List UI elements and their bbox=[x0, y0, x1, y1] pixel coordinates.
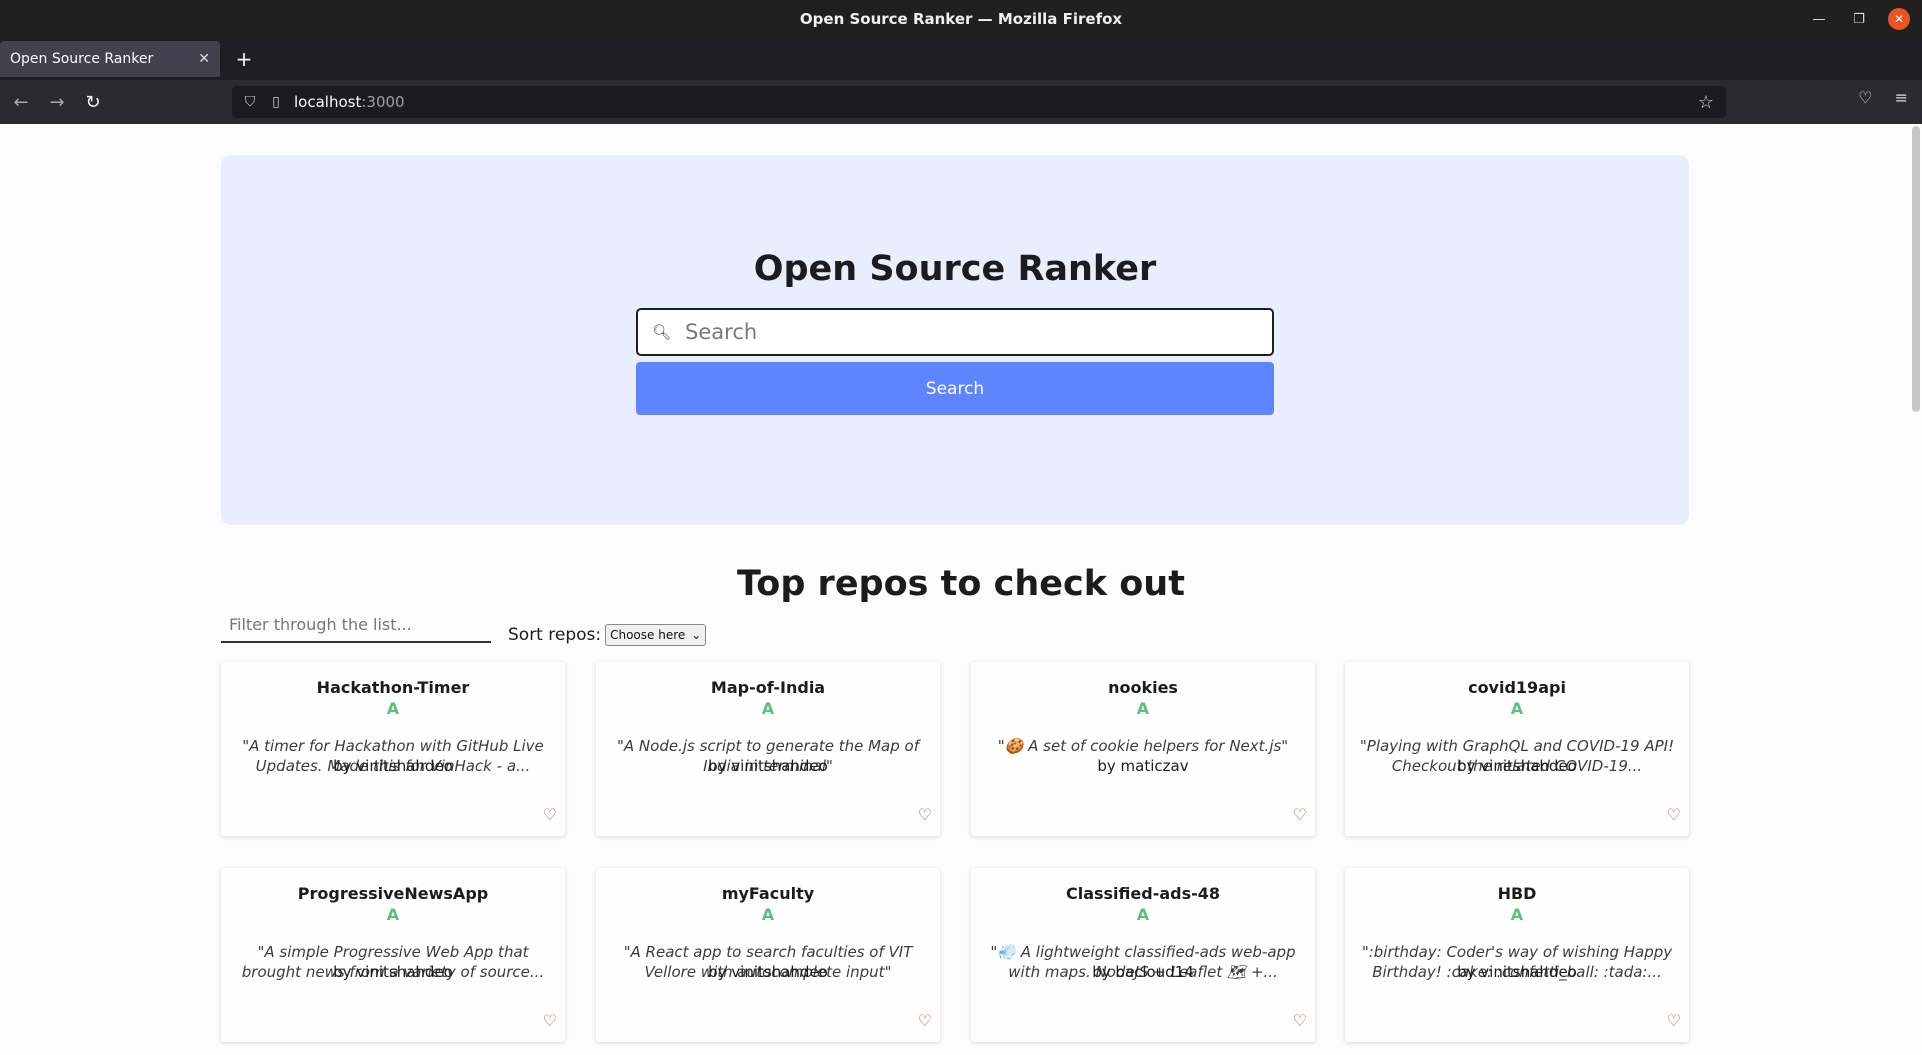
repo-name[interactable]: Classified-ads-48 bbox=[971, 884, 1315, 903]
heart-icon[interactable]: ♡ bbox=[1293, 1011, 1307, 1030]
search-button[interactable]: Search bbox=[636, 362, 1274, 415]
repo-author: by vinitshahdeo bbox=[333, 757, 453, 775]
heart-icon[interactable]: ♡ bbox=[543, 1011, 557, 1030]
window-controls: — ❐ ✕ bbox=[1808, 8, 1910, 30]
repo-grade: A bbox=[761, 699, 775, 718]
new-tab-icon[interactable]: + bbox=[228, 43, 260, 75]
search-input[interactable] bbox=[683, 319, 1248, 345]
repo-author: by vinitshahdeo bbox=[333, 963, 453, 981]
close-window-icon[interactable]: ✕ bbox=[1888, 8, 1910, 30]
repo-card[interactable]: Map-of-India A "A Node.js script to gene… bbox=[596, 662, 940, 836]
page-viewport: Open Source Ranker 🔍︎ Search Top repos t… bbox=[0, 124, 1922, 1055]
filter-input[interactable] bbox=[221, 607, 491, 643]
url-host: localhost bbox=[294, 93, 362, 111]
navigation-bar: ← → ↻ ⛉ ▯ localhost:3000 ☆ ♡ ≡ bbox=[0, 80, 1922, 125]
heart-icon[interactable]: ♡ bbox=[1667, 1011, 1681, 1030]
repo-card[interactable]: covid19api A "Playing with GraphQL and C… bbox=[1345, 662, 1689, 836]
repo-name[interactable]: HBD bbox=[1345, 884, 1689, 903]
repo-card[interactable]: ProgressiveNewsApp A "A simple Progressi… bbox=[221, 868, 565, 1042]
heart-icon[interactable]: ♡ bbox=[1667, 805, 1681, 824]
repo-grade: A bbox=[1510, 905, 1524, 924]
repo-name[interactable]: ProgressiveNewsApp bbox=[221, 884, 565, 903]
search-icon: 🔍︎ bbox=[652, 323, 672, 341]
reload-icon[interactable]: ↻ bbox=[78, 87, 108, 117]
url-bar[interactable]: ⛉ ▯ localhost:3000 ☆ bbox=[232, 86, 1726, 118]
repo-name[interactable]: Hackathon-Timer bbox=[221, 678, 565, 697]
window-titlebar: Open Source Ranker — Mozilla Firefox — ❐… bbox=[0, 0, 1922, 38]
repo-author: by bacloud14 bbox=[1092, 963, 1194, 981]
minimize-icon[interactable]: — bbox=[1808, 8, 1830, 30]
heart-icon[interactable]: ♡ bbox=[1293, 805, 1307, 824]
repo-card[interactable]: Hackathon-Timer A "A timer for Hackathon… bbox=[221, 662, 565, 836]
back-icon[interactable]: ← bbox=[6, 87, 36, 117]
pocket-icon[interactable]: ♡ bbox=[1858, 88, 1872, 107]
repo-author: by vinitshahdeo bbox=[708, 757, 828, 775]
repo-author: by maticzav bbox=[1097, 757, 1189, 775]
sort-select[interactable]: Choose here ⌄ bbox=[605, 624, 707, 646]
repo-card[interactable]: Classified-ads-48 A "💨 A lightweight cla… bbox=[971, 868, 1315, 1042]
repo-author: by vinitshahdeo bbox=[708, 963, 828, 981]
shield-icon[interactable]: ⛉ bbox=[242, 94, 258, 110]
sort-selected-value: Choose here bbox=[610, 628, 686, 642]
maximize-icon[interactable]: ❐ bbox=[1848, 8, 1870, 30]
page-title: Open Source Ranker bbox=[753, 249, 1157, 289]
section-title: Top repos to check out bbox=[737, 564, 1185, 604]
tab-bar: Open Source Ranker ✕ + bbox=[0, 38, 1922, 80]
repo-grade: A bbox=[1510, 699, 1524, 718]
menu-icon[interactable]: ≡ bbox=[1895, 88, 1908, 107]
repo-name[interactable]: myFaculty bbox=[596, 884, 940, 903]
search-box[interactable]: 🔍︎ bbox=[636, 308, 1274, 356]
scrollbar[interactable] bbox=[1912, 126, 1920, 412]
tab-label: Open Source Ranker bbox=[10, 51, 154, 67]
tab-open-source-ranker[interactable]: Open Source Ranker ✕ bbox=[0, 41, 220, 77]
repo-grade: A bbox=[1136, 699, 1150, 718]
sort-label: Sort repos: bbox=[508, 625, 602, 645]
page-icon[interactable]: ▯ bbox=[268, 94, 284, 110]
heart-icon[interactable]: ♡ bbox=[918, 805, 932, 824]
repo-card[interactable]: nookies A "🍪 A set of cookie helpers for… bbox=[971, 662, 1315, 836]
close-tab-icon[interactable]: ✕ bbox=[198, 51, 210, 67]
repo-grade: A bbox=[1136, 905, 1150, 924]
repo-name[interactable]: covid19api bbox=[1345, 678, 1689, 697]
heart-icon[interactable]: ♡ bbox=[543, 805, 557, 824]
window-title: Open Source Ranker — Mozilla Firefox bbox=[799, 10, 1123, 28]
repo-card[interactable]: myFaculty A "A React app to search facul… bbox=[596, 868, 940, 1042]
chevron-down-icon: ⌄ bbox=[691, 628, 702, 642]
repo-name[interactable]: nookies bbox=[971, 678, 1315, 697]
heart-icon[interactable]: ♡ bbox=[918, 1011, 932, 1030]
toolbar-right: ♡ ≡ bbox=[1858, 88, 1908, 107]
repo-author: by vinitshahdeo bbox=[1457, 757, 1577, 775]
forward-icon[interactable]: → bbox=[42, 87, 72, 117]
repo-grade: A bbox=[761, 905, 775, 924]
sort-control: Sort repos: Choose here ⌄ bbox=[508, 624, 707, 646]
bookmark-star-icon[interactable]: ☆ bbox=[1698, 92, 1714, 113]
repo-author: by vinitshahdeo bbox=[1457, 963, 1577, 981]
repo-card[interactable]: HBD A ":birthday: Coder's way of wishing… bbox=[1345, 868, 1689, 1042]
repo-grade: A bbox=[386, 699, 400, 718]
url-port: :3000 bbox=[361, 93, 405, 111]
repo-grade: A bbox=[386, 905, 400, 924]
repo-name[interactable]: Map-of-India bbox=[596, 678, 940, 697]
hero-section: Open Source Ranker 🔍︎ Search bbox=[221, 155, 1689, 525]
